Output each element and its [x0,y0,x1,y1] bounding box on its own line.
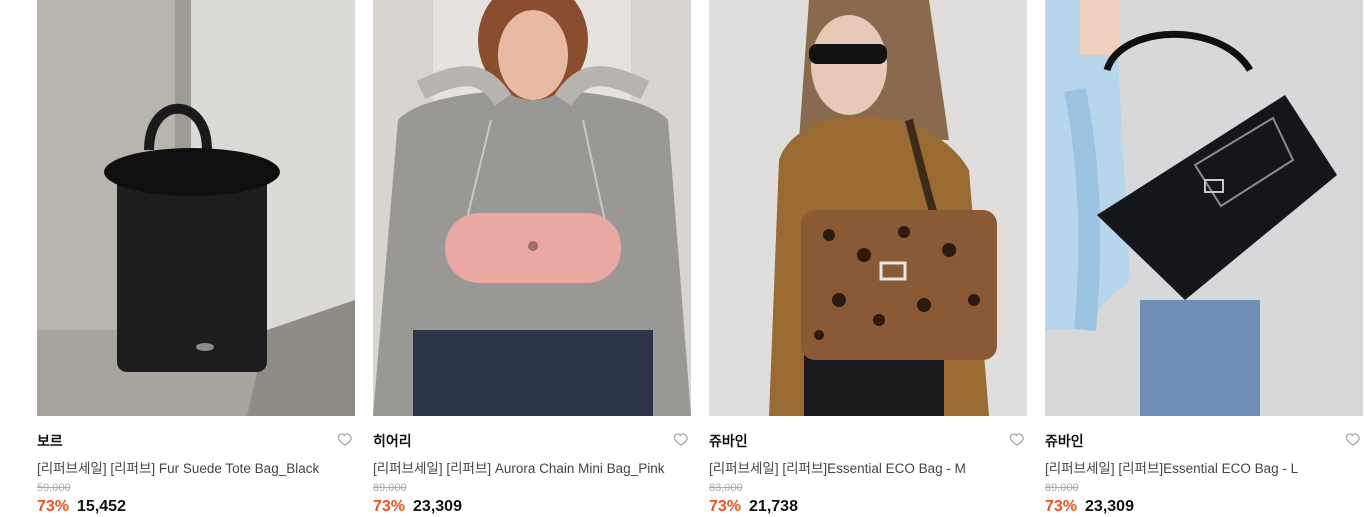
original-price: 59,000 [37,482,71,494]
sale-price: 15,452 [77,498,126,515]
product-card[interactable]: 히어리 [리퍼브세일] [리퍼브] Aurora Chain Mini Bag_… [373,0,691,517]
original-price: 83,000 [709,482,743,494]
wishlist-heart-icon[interactable] [673,431,689,447]
brand-name[interactable]: 쥬바인 [709,431,748,451]
price-row: 73% 21,738 [709,498,798,516]
wishlist-heart-icon[interactable] [1009,431,1025,447]
product-photo-pink-chain-bag [373,0,691,416]
original-price: 89,000 [1045,482,1079,494]
product-title[interactable]: [리퍼브세일] [리퍼브] Aurora Chain Mini Bag_Pink [373,457,664,477]
product-photo-leopard-tote [709,0,1027,416]
product-card[interactable]: 쥬바인 [리퍼브세일] [리퍼브]Essential ECO Bag - L 8… [1045,0,1363,517]
product-photo-black-canvas-tote [1045,0,1363,416]
discount-rate: 73% [373,498,406,515]
product-image[interactable] [373,0,691,416]
brand-name[interactable]: 쥬바인 [1045,431,1084,451]
product-title[interactable]: [리퍼브세일] [리퍼브]Essential ECO Bag - M [709,457,966,477]
discount-rate: 73% [709,498,742,515]
product-title[interactable]: [리퍼브세일] [리퍼브]Essential ECO Bag - L [1045,457,1298,477]
price-row: 73% 23,309 [1045,498,1134,516]
sale-price: 23,309 [1085,498,1134,515]
product-title[interactable]: [리퍼브세일] [리퍼브] Fur Suede Tote Bag_Black [37,457,319,477]
product-image[interactable] [709,0,1027,416]
product-card[interactable]: 쥬바인 [리퍼브세일] [리퍼브]Essential ECO Bag - M 8… [709,0,1027,517]
discount-rate: 73% [1045,498,1078,515]
wishlist-heart-icon[interactable] [1345,431,1361,447]
price-row: 73% 23,309 [373,498,462,516]
sale-price: 21,738 [749,498,798,515]
product-photo-fur-tote [37,0,355,416]
brand-name[interactable]: 히어리 [373,431,412,451]
wishlist-heart-icon[interactable] [337,431,353,447]
price-row: 73% 15,452 [37,498,126,516]
brand-name[interactable]: 보르 [37,431,63,451]
sale-price: 23,309 [413,498,462,515]
discount-rate: 73% [37,498,70,515]
original-price: 89,000 [373,482,407,494]
product-image[interactable] [1045,0,1363,416]
product-grid: 보르 [리퍼브세일] [리퍼브] Fur Suede Tote Bag_Blac… [37,0,1366,517]
product-card[interactable]: 보르 [리퍼브세일] [리퍼브] Fur Suede Tote Bag_Blac… [37,0,355,517]
product-image[interactable] [37,0,355,416]
